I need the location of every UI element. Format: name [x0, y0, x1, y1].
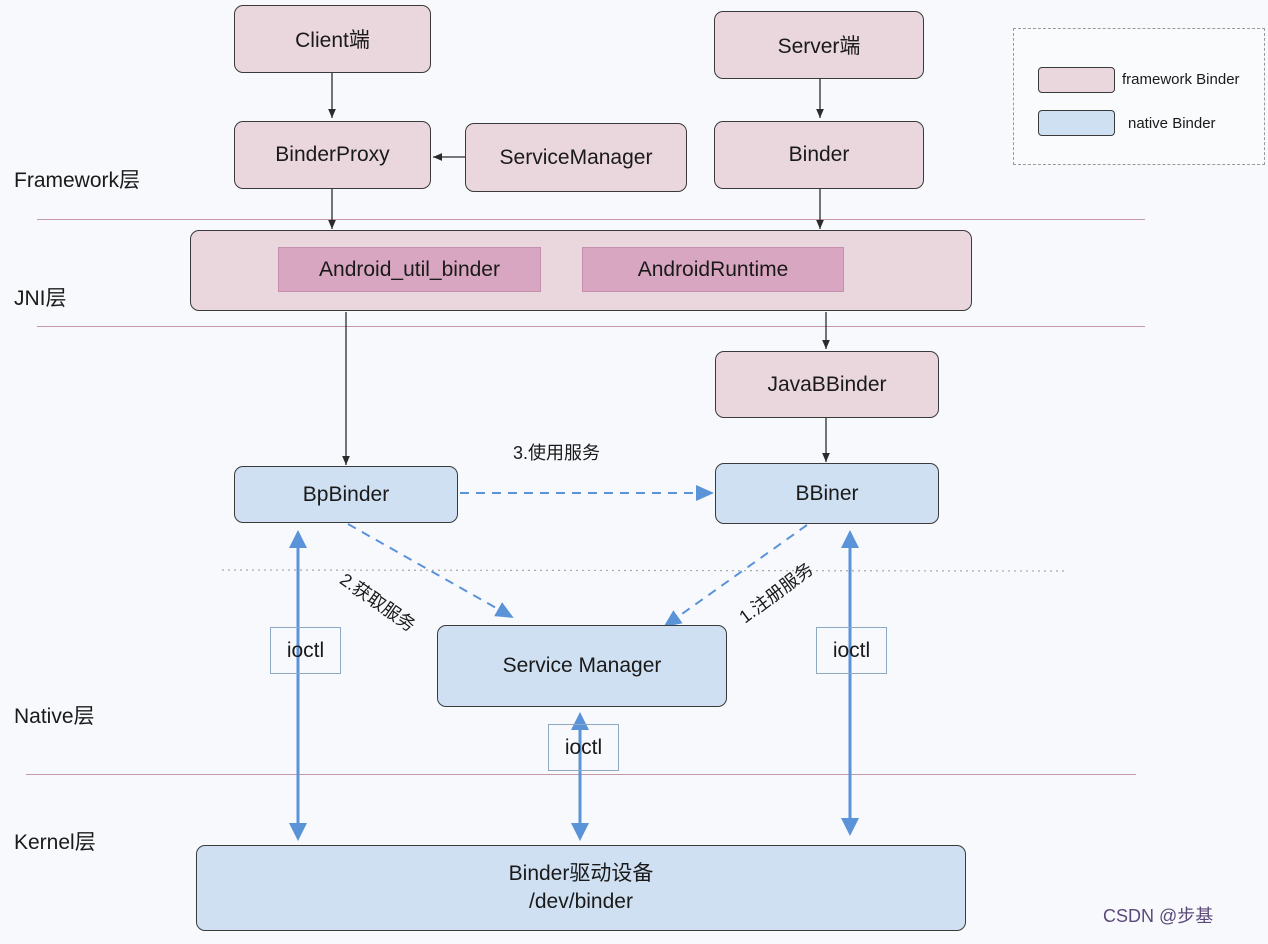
node-binder-driver-title: Binder驱动设备 — [508, 862, 654, 885]
ioctl-label-left-text: ioctl — [286, 638, 325, 662]
legend-swatch-framework — [1038, 67, 1115, 93]
node-client: Client端 — [234, 5, 431, 73]
watermark: CSDN @步基 — [1103, 906, 1214, 926]
ioctl-label-left: ioctl — [270, 627, 341, 674]
legend-swatch-native — [1038, 110, 1115, 136]
node-binder-label: Binder — [788, 143, 850, 166]
legend-label-native: native Binder — [1128, 115, 1216, 132]
node-servicemanager-java-label: ServiceManager — [499, 145, 653, 169]
node-servicemanager-java: ServiceManager — [465, 123, 687, 192]
legend: framework Binder native Binder — [1013, 28, 1265, 165]
node-bbinder-label: BBiner — [795, 481, 859, 505]
node-bbinder: BBiner — [715, 463, 939, 524]
node-android-util-binder: Android_util_binder — [278, 247, 541, 292]
node-javabbinder: JavaBBinder — [715, 351, 939, 418]
node-service-manager-label: Service Manager — [502, 654, 662, 677]
edge-label-use-service: 3.使用服务 — [513, 443, 601, 463]
node-bpbinder: BpBinder — [234, 466, 458, 523]
node-android-runtime-label: AndroidRuntime — [637, 257, 789, 281]
node-android-runtime: AndroidRuntime — [582, 247, 844, 292]
legend-label-framework: framework Binder — [1122, 71, 1240, 88]
ioctl-label-right-text: ioctl — [832, 638, 871, 662]
ioctl-label-center: ioctl — [548, 724, 619, 771]
ioctl-label-center-text: ioctl — [564, 735, 603, 759]
node-service-manager: Service Manager — [437, 625, 727, 707]
node-javabbinder-label: JavaBBinder — [767, 372, 887, 396]
node-bpbinder-label: BpBinder — [302, 482, 390, 506]
node-binderproxy: BinderProxy — [234, 121, 431, 189]
node-android-util-binder-label: Android_util_binder — [319, 257, 500, 281]
node-server: Server端 — [714, 11, 924, 79]
node-binder: Binder — [714, 121, 924, 189]
node-client-label: Client端 — [295, 29, 370, 52]
node-server-label: Server端 — [777, 35, 861, 58]
ioctl-label-right: ioctl — [816, 627, 887, 674]
node-binder-driver-path: /dev/binder — [529, 890, 633, 913]
node-binderproxy-label: BinderProxy — [275, 143, 390, 166]
node-binder-driver: Binder驱动设备 /dev/binder — [196, 845, 966, 931]
